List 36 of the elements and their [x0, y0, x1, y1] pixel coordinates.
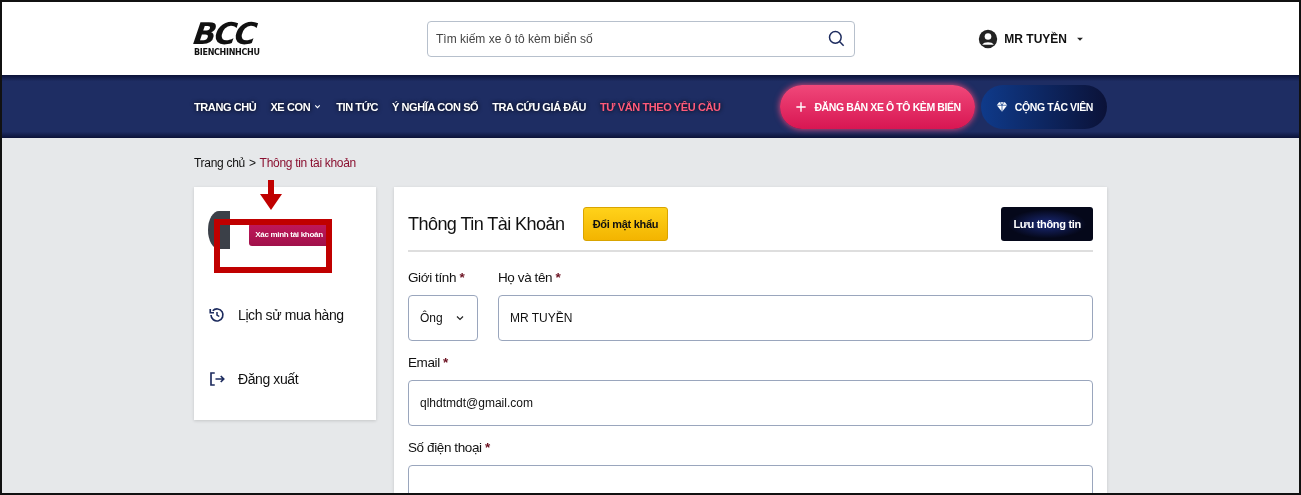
breadcrumb-link[interactable]: Trang chủ: [194, 156, 245, 170]
logo-tagline: BIENCHINHCHU: [194, 48, 260, 57]
input-field[interactable]: qlhdtmdt@gmail.com: [408, 380, 1093, 426]
sidebar-item[interactable]: Lịch sử mua hàng: [208, 283, 362, 347]
post-listing-button[interactable]: ĐĂNG BÁN XE Ô TÔ KÈM BIỂN: [780, 84, 975, 129]
nav-link[interactable]: TRA CỨU GIÁ ĐẤU: [492, 100, 586, 113]
logo[interactable]: BCC BIENCHINHCHU: [194, 20, 427, 57]
search-icon[interactable]: [827, 28, 847, 49]
nav-link[interactable]: XE CON: [270, 100, 323, 113]
gender-select[interactable]: Ông: [408, 295, 478, 341]
field-label: Số điện thoại *: [408, 440, 491, 455]
nav-link[interactable]: TƯ VẤN THEO YÊU CẦU: [600, 100, 721, 113]
page-title: Thông Tin Tài Khoản: [408, 213, 565, 235]
save-button[interactable]: Lưu thông tin: [1001, 207, 1093, 241]
diamond-icon: [994, 99, 1009, 114]
input-field[interactable]: MR TUYỀN: [498, 295, 1093, 341]
logout-icon: [208, 370, 226, 388]
chevron-down-icon: [313, 102, 323, 111]
breadcrumb-current: Thông tin tài khoản: [259, 156, 356, 170]
logo-mark: BCC: [192, 20, 257, 48]
user-avatar-icon: [978, 28, 999, 49]
history-icon: [208, 306, 226, 324]
nav-link[interactable]: Ý NGHĨA CON SỐ: [391, 100, 479, 113]
field-label: Email *: [408, 355, 449, 370]
field-label: Họ và tên *: [498, 270, 562, 285]
partner-button[interactable]: CỘNG TÁC VIÊN: [980, 84, 1107, 129]
field-label: Giới tính *: [408, 270, 466, 285]
nav-link[interactable]: TIN TỨC: [336, 100, 378, 113]
annotation-arrow: [260, 180, 282, 210]
breadcrumb-separator: >: [248, 156, 256, 170]
sidebar-item[interactable]: Đăng xuất: [208, 347, 362, 411]
search-field[interactable]: Tìm kiếm xe ô tô kèm biển số: [427, 20, 855, 57]
plus-icon: [794, 99, 809, 114]
user-menu[interactable]: MR TUYỀN: [972, 27, 1093, 50]
nav-link[interactable]: TRANG CHỦ: [194, 100, 257, 113]
change-password-button[interactable]: Đổi mật khẩu: [582, 207, 669, 241]
